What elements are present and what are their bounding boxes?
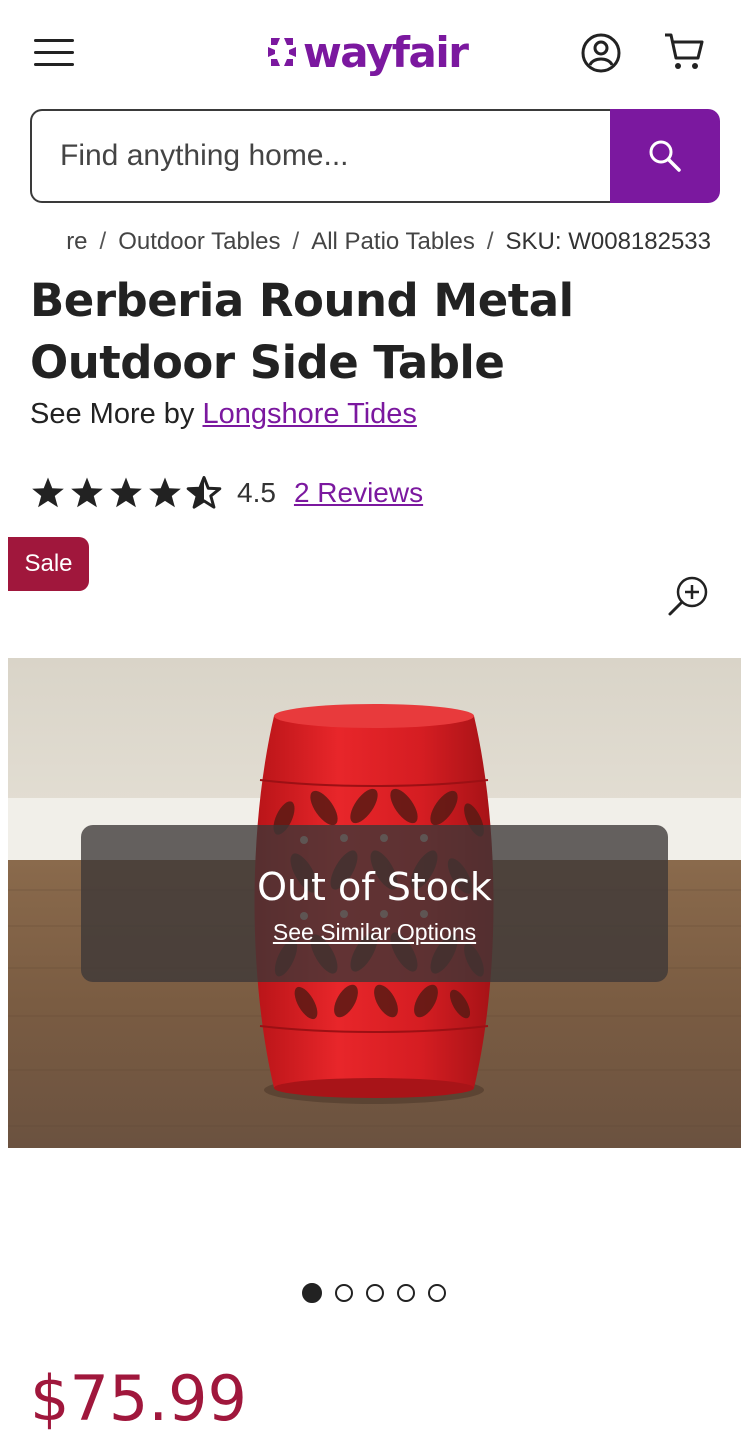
- sku-label: SKU: W008182533: [505, 228, 711, 255]
- star-icon: [32, 477, 64, 508]
- star-icon: [149, 477, 181, 508]
- see-more-label: See More by: [30, 398, 195, 430]
- breadcrumb-item-truncated[interactable]: re: [66, 228, 87, 255]
- sale-badge: Sale: [8, 537, 89, 591]
- account-icon[interactable]: [580, 32, 622, 74]
- search-button[interactable]: [610, 109, 720, 203]
- gallery-dot-2[interactable]: [335, 1284, 353, 1302]
- star-rating: [30, 476, 225, 510]
- out-of-stock-label: Out of Stock: [257, 865, 492, 909]
- search-input[interactable]: [30, 109, 610, 203]
- breadcrumb-item-all-patio-tables[interactable]: All Patio Tables: [311, 228, 475, 255]
- rating-summary: 4.5 2 Reviews: [30, 474, 423, 512]
- search-bar: [30, 109, 720, 203]
- wayfair-logo[interactable]: wayfair: [265, 22, 469, 82]
- zoom-in-icon[interactable]: [666, 574, 710, 618]
- brand-link[interactable]: Longshore Tides: [202, 398, 416, 430]
- search-icon: [649, 140, 681, 172]
- star-icon: [71, 477, 103, 508]
- product-price: $75.99: [30, 1362, 247, 1435]
- product-title: Berberia Round Metal Outdoor Side Table: [30, 274, 574, 389]
- hamburger-menu-icon[interactable]: [34, 37, 74, 69]
- gallery-dot-3[interactable]: [366, 1284, 384, 1302]
- half-star-icon: [186, 476, 222, 509]
- cart-icon[interactable]: [662, 30, 706, 74]
- out-of-stock-overlay: Out of Stock See Similar Options: [81, 825, 668, 982]
- see-similar-options-link[interactable]: See Similar Options: [273, 919, 476, 946]
- see-more-by: See More by Longshore Tides: [30, 398, 417, 431]
- logo-mark-icon: [268, 38, 296, 66]
- star-icon: [110, 477, 142, 508]
- header: wayfair: [0, 0, 745, 105]
- rating-value: 4.5: [237, 477, 276, 508]
- breadcrumb-item-outdoor-tables[interactable]: Outdoor Tables: [118, 228, 280, 255]
- logo-text: wayfair: [303, 27, 469, 77]
- gallery-pagination: [302, 1283, 459, 1303]
- gallery-dot-1[interactable]: [302, 1283, 322, 1303]
- breadcrumb: re / Outdoor Tables / All Patio Tables / SKU: …: [66, 228, 711, 255]
- gallery-dot-4[interactable]: [397, 1284, 415, 1302]
- reviews-link[interactable]: 2 Reviews: [294, 477, 423, 509]
- gallery-dot-5[interactable]: [428, 1284, 446, 1302]
